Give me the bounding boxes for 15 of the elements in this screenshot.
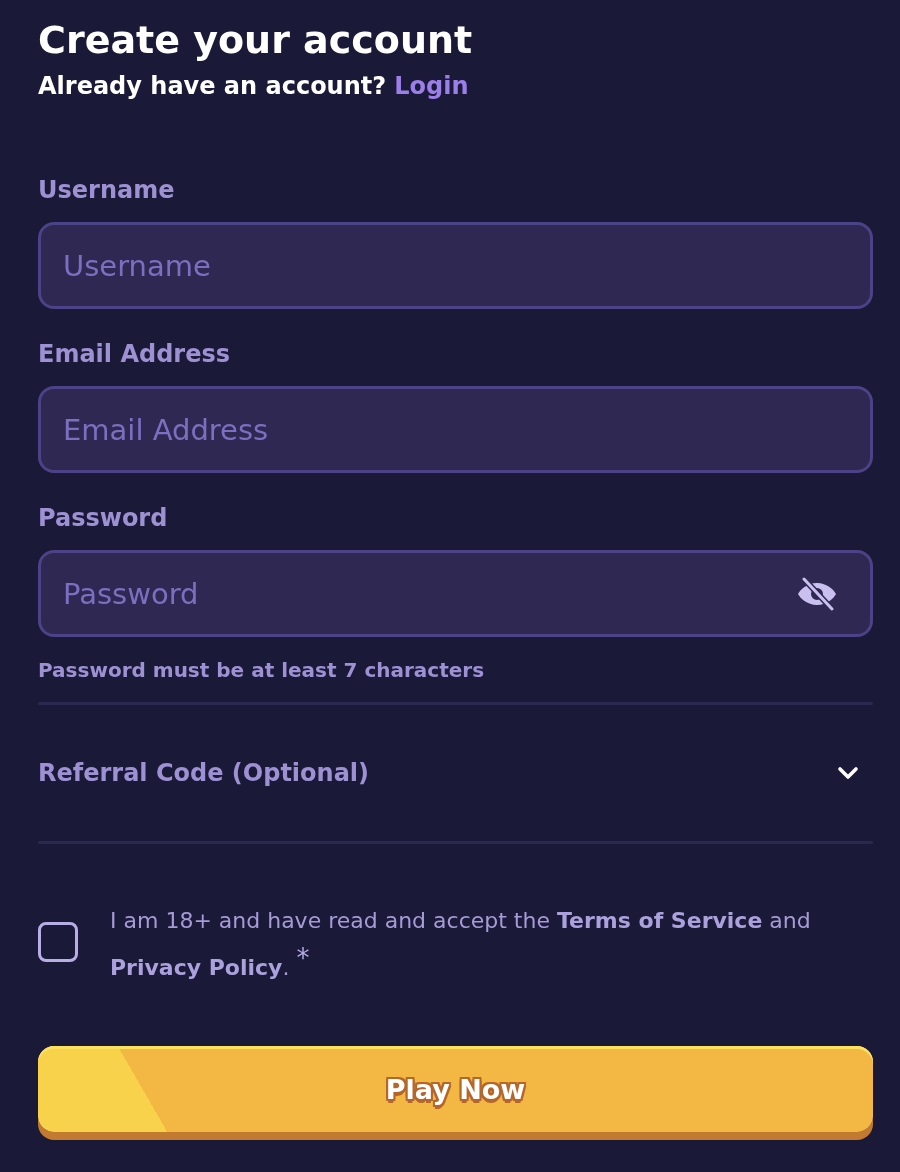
input-field[interactable]: Email Address <box>38 386 873 473</box>
agreement-checkbox[interactable] <box>38 922 78 962</box>
password-hint: Password must be at least 7 characters <box>38 657 485 683</box>
login-link[interactable]: Login <box>394 71 469 101</box>
page-title: Create your account <box>38 17 473 64</box>
field-label: Email Address <box>38 339 231 369</box>
account-prompt-text: Already have an account? <box>38 71 387 101</box>
input-field[interactable]: Username <box>38 222 873 309</box>
eye-slash-icon[interactable] <box>796 576 838 611</box>
field-label: Password <box>38 503 168 533</box>
field-label: Username <box>38 175 175 205</box>
policy-link[interactable]: Terms of Service <box>557 908 763 933</box>
password-field[interactable]: Password <box>38 550 873 637</box>
policy-link[interactable]: Privacy Policy <box>110 955 283 980</box>
referral-code-toggle[interactable]: Referral Code (Optional) <box>38 705 873 841</box>
